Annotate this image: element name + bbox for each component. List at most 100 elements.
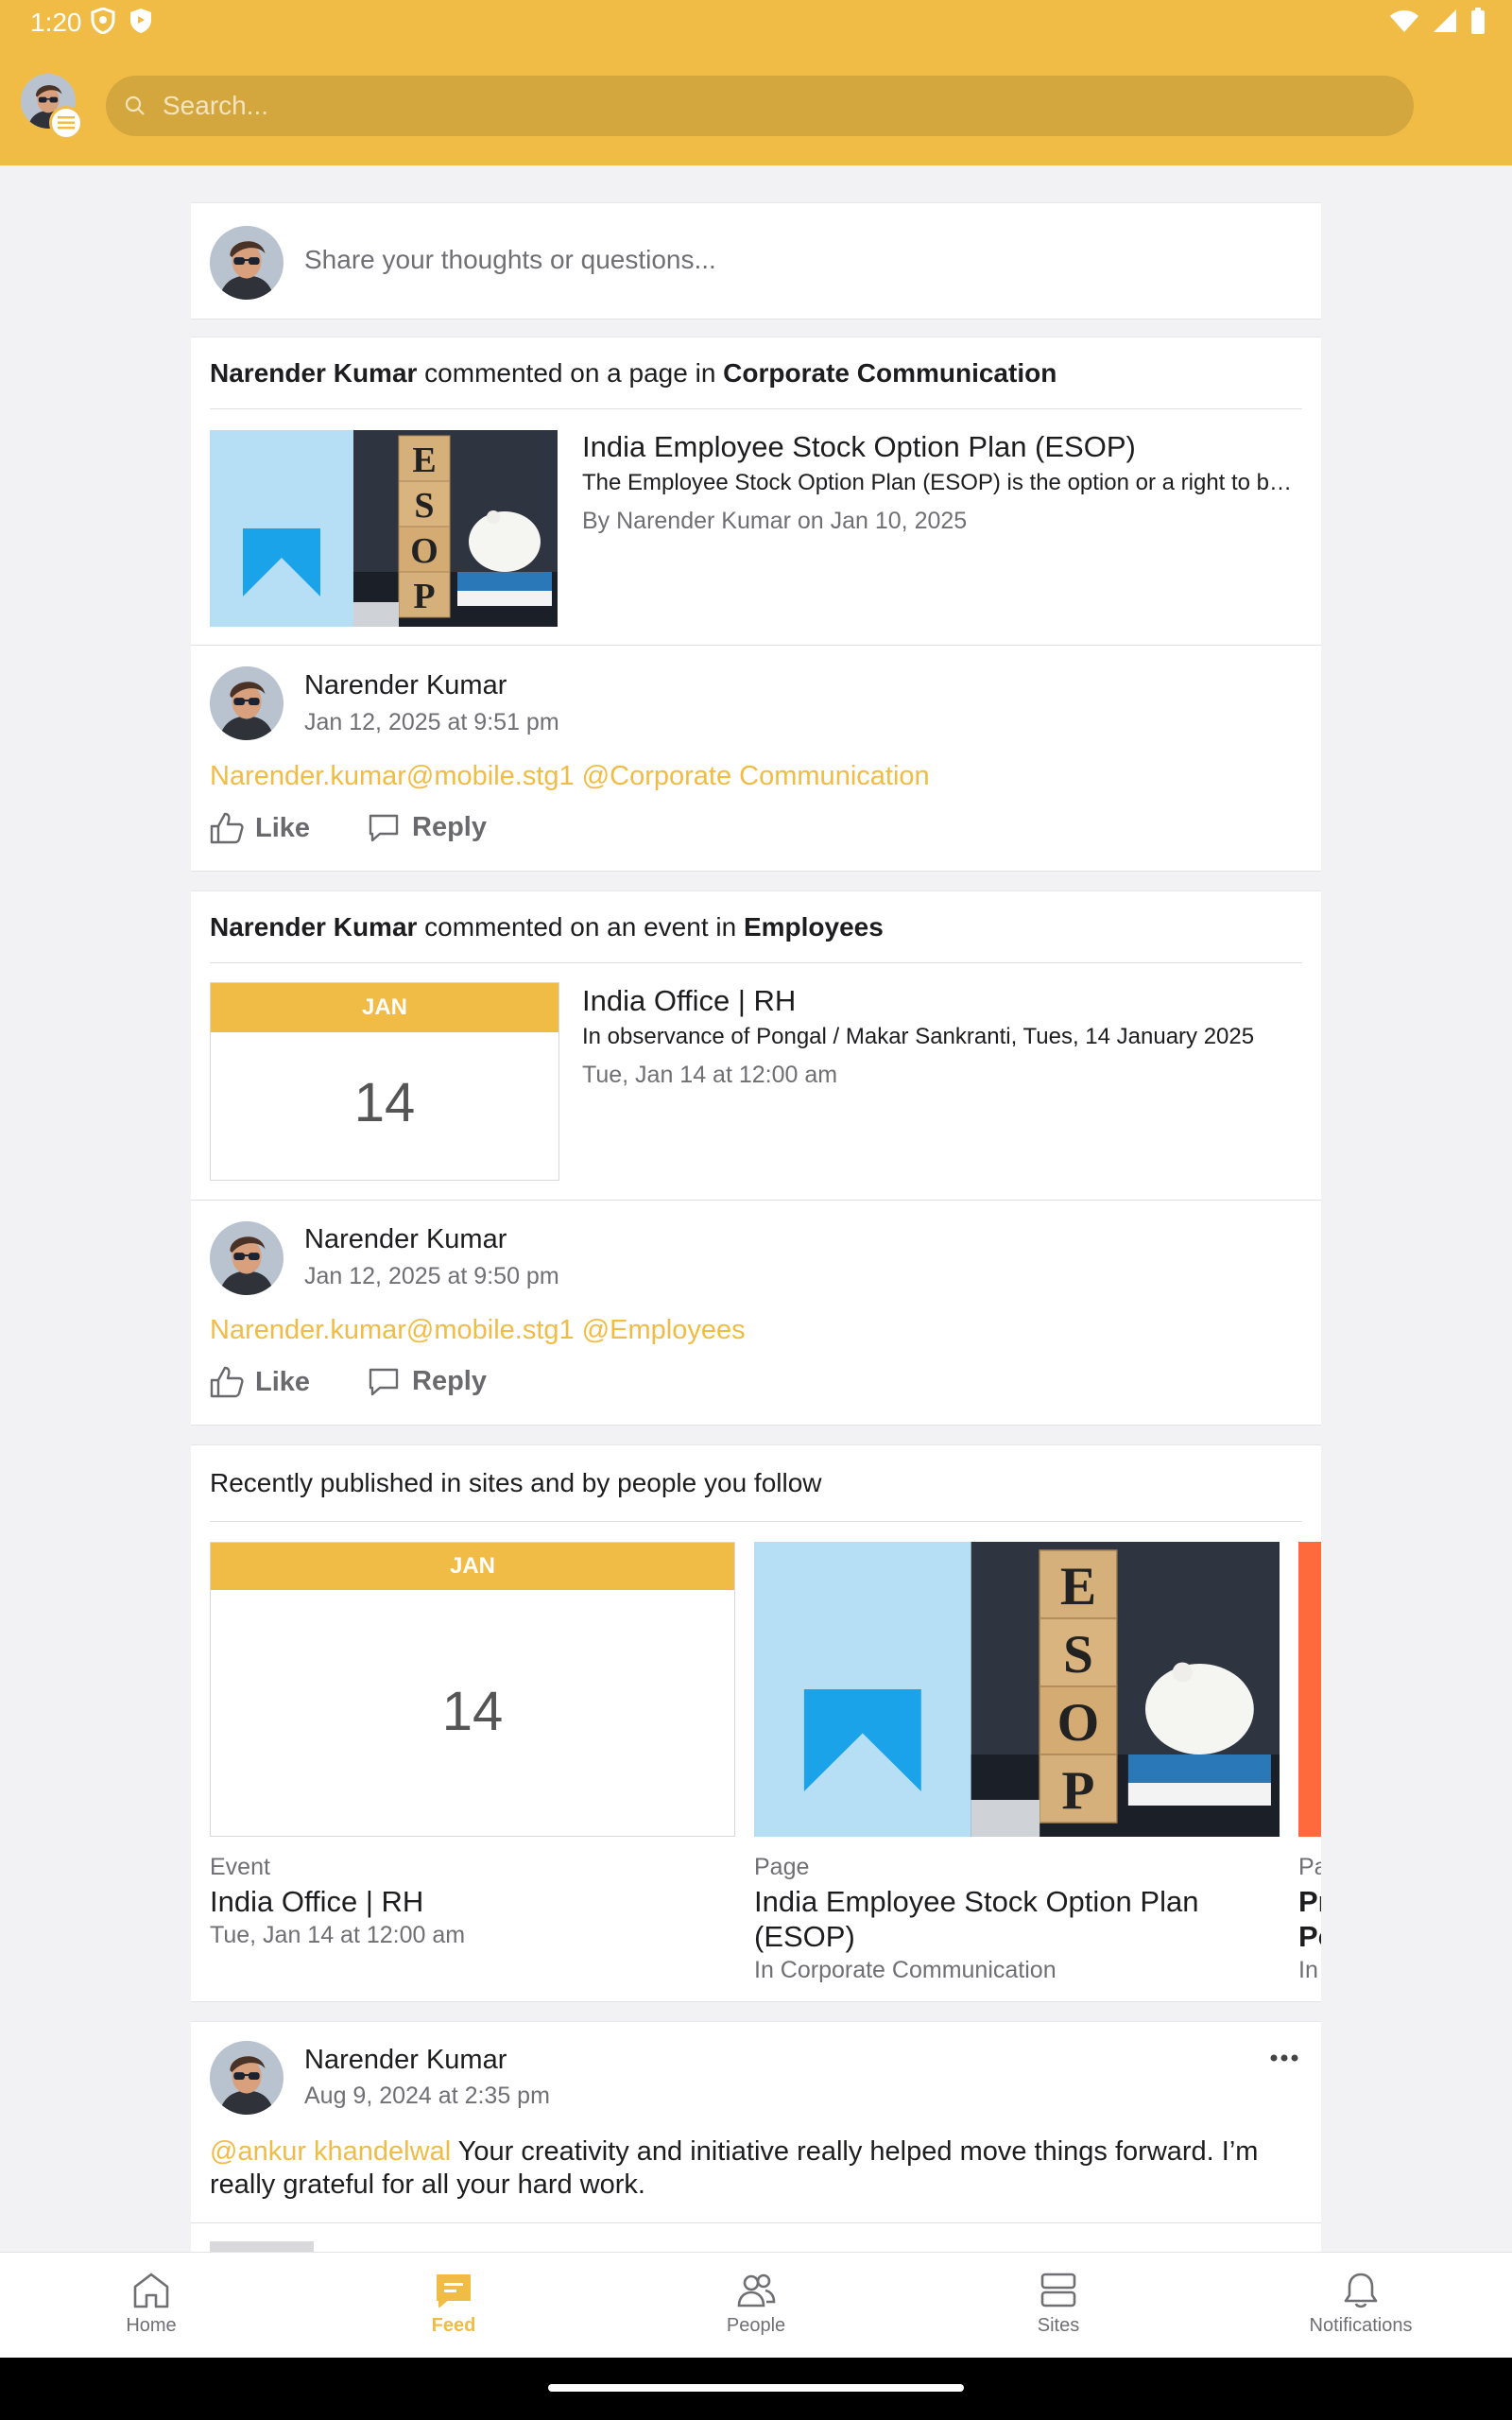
sites-icon (1040, 2273, 1076, 2308)
reply-label: Reply (412, 1366, 487, 1396)
play-protect-icon (130, 9, 151, 33)
search-icon (125, 95, 145, 115)
reply-icon (369, 1368, 399, 1395)
avatar[interactable] (210, 666, 284, 740)
signal-icon (1434, 9, 1456, 32)
reply-button[interactable]: Reply (367, 1366, 487, 1397)
comment-date: Jan 12, 2025 at 9:51 pm (304, 709, 559, 735)
nav-people-label: People (726, 2315, 786, 2336)
item-title[interactable]: India Office | RH (210, 1884, 720, 1919)
item-type-label: Event (210, 1854, 270, 1880)
system-gesture-bar (0, 2358, 1512, 2420)
nav-sites-label: Sites (1037, 2315, 1080, 2336)
feed-post: Narender Kumar Aug 9, 2024 at 2:35 pm @a… (191, 2021, 1321, 2267)
home-gesture-pill[interactable] (548, 2384, 964, 2392)
item-description: The Employee Stock Option Plan (ESOP) is… (582, 470, 1304, 495)
status-time: 1:20 (30, 8, 82, 37)
divider (210, 1521, 1302, 1522)
composer-input[interactable]: Share your thoughts or questions... (304, 245, 716, 275)
actor-name[interactable]: Narender Kumar (210, 912, 417, 942)
post-mention[interactable]: @ankur khandelwal (210, 2136, 451, 2167)
activity-card-page: Narender Kumar commented on a page in Co… (191, 337, 1321, 872)
partial-thumbnail[interactable] (1298, 1542, 1321, 1837)
post-date: Aug 9, 2024 at 2:35 pm (304, 2083, 550, 2109)
people-icon (737, 2273, 776, 2308)
item-subtitle: Tue, Jan 14 at 12:00 am (210, 1922, 466, 1948)
shield-icon (91, 8, 115, 34)
divider (191, 645, 1321, 646)
comment-text[interactable]: Narender.kumar@mobile.stg1 @Employees (210, 1315, 746, 1346)
calendar-day: 14 (441, 1681, 504, 1742)
activity-card-event: Narender Kumar commented on an event in … (191, 890, 1321, 1426)
calendar-day: 14 (353, 1072, 416, 1133)
esop-thumbnail[interactable] (754, 1542, 1280, 1837)
nav-home[interactable]: Home (0, 2253, 302, 2358)
item-type-label: Pa (1298, 1854, 1321, 1880)
nav-feed[interactable]: Feed (302, 2253, 605, 2358)
item-meta: By Narender Kumar on Jan 10, 2025 (582, 508, 968, 534)
divider (210, 962, 1302, 963)
target-site[interactable]: Employees (744, 912, 884, 942)
menu-icon[interactable] (49, 106, 83, 140)
section-heading: Recently published in sites and by peopl… (210, 1468, 822, 1497)
home-icon (133, 2273, 169, 2308)
post-author[interactable]: Narender Kumar (304, 2045, 507, 2076)
nav-notifications-label: Notifications (1309, 2315, 1413, 2336)
recently-published-card: Recently published in sites and by peopl… (191, 1444, 1321, 2002)
item-subtitle: In (1298, 1957, 1318, 1983)
app-header: 1:20 (0, 0, 1512, 165)
status-icons-left (91, 8, 153, 34)
divider (191, 1200, 1321, 1201)
actor-name[interactable]: Narender Kumar (210, 358, 417, 388)
like-icon (210, 1366, 244, 1398)
calendar-month: JAN (211, 1543, 734, 1590)
like-icon (210, 812, 244, 844)
item-title-line2[interactable]: Po (1298, 1919, 1321, 1954)
bell-icon (1344, 2273, 1378, 2308)
nav-home-label: Home (126, 2315, 177, 2336)
target-site[interactable]: Corporate Communication (723, 358, 1057, 388)
item-title[interactable]: India Office | RH (582, 984, 796, 1018)
divider (191, 2222, 1321, 2223)
like-label: Like (255, 1366, 311, 1397)
calendar-month: JAN (211, 983, 558, 1032)
comment-author[interactable]: Narender Kumar (304, 670, 507, 701)
divider (210, 408, 1302, 409)
feed-icon (437, 2274, 471, 2308)
esop-thumbnail[interactable] (210, 430, 558, 627)
like-button[interactable]: Like (210, 812, 310, 844)
item-type-label: Page (754, 1854, 810, 1880)
reply-button[interactable]: Reply (367, 812, 487, 843)
nav-people[interactable]: People (605, 2253, 907, 2358)
event-calendar-thumbnail[interactable]: JAN 14 (210, 1542, 735, 1837)
item-title[interactable]: India Employee Stock Option Plan (ESOP) (754, 1884, 1264, 1954)
activity-action: commented on a page in (417, 358, 724, 388)
avatar (210, 226, 284, 300)
nav-notifications[interactable]: Notifications (1210, 2253, 1512, 2358)
more-options-icon[interactable] (1270, 2054, 1298, 2062)
item-description: In observance of Pongal / Makar Sankrant… (582, 1024, 1255, 1049)
search-bar[interactable] (106, 76, 1414, 136)
bottom-navigation: Home Feed People Sites Notifications (0, 2252, 1512, 2358)
activity-action: commented on an event in (417, 912, 744, 942)
activity-headline: Narender Kumar commented on a page in Co… (210, 358, 1057, 389)
post-composer[interactable]: Share your thoughts or questions... (191, 202, 1321, 320)
like-label: Like (255, 812, 311, 843)
reply-label: Reply (412, 812, 487, 842)
item-title[interactable]: India Employee Stock Option Plan (ESOP) (582, 430, 1136, 464)
like-button[interactable]: Like (210, 1366, 310, 1398)
comment-text[interactable]: Narender.kumar@mobile.stg1 @Corporate Co… (210, 761, 930, 792)
wifi-icon (1390, 10, 1418, 32)
nav-feed-label: Feed (431, 2315, 476, 2336)
search-input[interactable] (163, 91, 1297, 121)
battery-icon (1471, 8, 1485, 34)
avatar[interactable] (210, 2041, 284, 2115)
reply-icon (369, 814, 399, 841)
avatar[interactable] (210, 1221, 284, 1295)
nav-sites[interactable]: Sites (907, 2253, 1210, 2358)
item-title[interactable]: Pr (1298, 1884, 1321, 1919)
comment-author[interactable]: Narender Kumar (304, 1224, 507, 1255)
activity-headline: Narender Kumar commented on an event in … (210, 912, 884, 942)
event-calendar-thumbnail[interactable]: JAN 14 (210, 982, 559, 1181)
item-subtitle: In Corporate Communication (754, 1957, 1057, 1983)
